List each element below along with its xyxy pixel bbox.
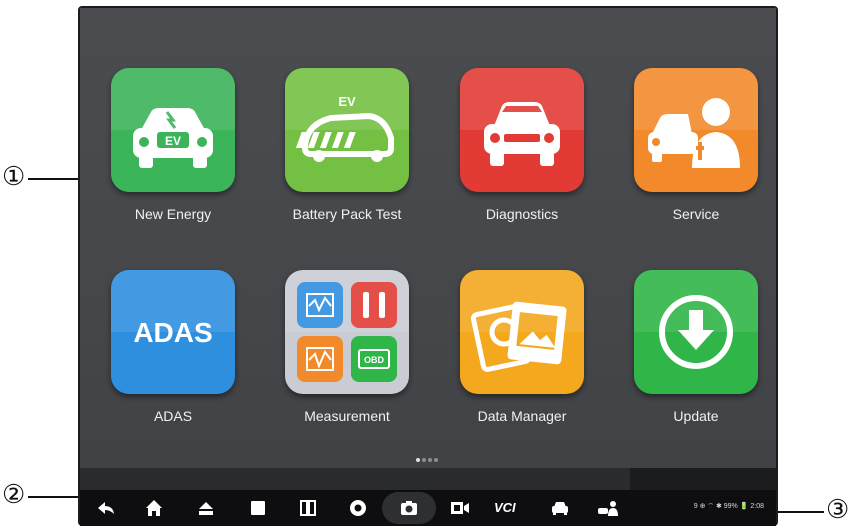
callout-3: ③ [826,495,850,525]
app-adas[interactable]: ADAS ADAS [103,270,243,424]
car-icon[interactable] [548,496,572,520]
app-label: Battery Pack Test [292,206,402,222]
page-dot[interactable] [428,458,432,462]
vci-icon[interactable]: VCI [494,500,516,515]
ev-text: EV [338,94,356,109]
app-label: Update [673,408,719,424]
recent-apps-icon[interactable] [246,496,270,520]
download-arrow-icon [659,295,733,369]
app-update[interactable]: Update [626,270,766,424]
diagnostics-tile[interactable] [460,68,584,192]
app-label: Measurement [304,408,390,424]
obd-text: OBD [364,355,385,365]
app-label: New Energy [134,206,212,222]
car-front-icon [484,102,560,166]
app-service[interactable]: Service [626,68,766,222]
camera-icon[interactable] [397,496,421,520]
callout-3-line [778,511,824,513]
ev-car-icon: EV [133,108,213,168]
callout-2: ② [2,480,26,510]
app-measurement[interactable]: OBD Measurement [277,270,417,424]
screen-record-icon[interactable] [448,496,472,520]
page-dot[interactable] [422,458,426,462]
home-screen: EV New Energy EV Battery Pack Test Diagn… [80,8,776,468]
status-bar: 9 ⊕ ⌔ ✱ 99% 🔋 2:08 [693,503,764,510]
back-icon[interactable] [94,496,118,520]
ev-badge-text: EV [165,134,181,148]
chrome-browser-icon[interactable] [346,496,370,520]
page-dot[interactable] [434,458,438,462]
adas-text-icon: ADAS [133,317,212,348]
home-icon[interactable] [142,496,166,520]
navigation-bar: VCI 9 ⊕ ⌔ ✱ 99% 🔋 2:08 [80,490,776,526]
app-label: Diagnostics [485,206,559,222]
page-indicator [80,456,776,466]
split-screen-icon[interactable] [296,496,320,520]
update-tile[interactable] [634,270,758,394]
battery-pack-icon: EV [295,94,394,162]
service-technician-icon [648,98,740,168]
measurement-tile[interactable]: OBD [285,270,409,394]
technician-icon[interactable] [596,496,620,520]
page-dot-active[interactable] [416,458,420,462]
callout-1-line [28,178,80,180]
adas-tile[interactable]: ADAS [111,270,235,394]
app-diagnostics[interactable]: Diagnostics [452,68,592,222]
eject-home-icon[interactable] [194,496,218,520]
new-energy-tile[interactable]: EV [111,68,235,192]
dock-strip [80,468,630,490]
measurement-grid-icon: OBD [297,282,397,382]
callout-1: ① [2,162,26,192]
app-data-manager[interactable]: Data Manager [452,270,592,424]
battery-pack-tile[interactable]: EV [285,68,409,192]
photos-icon [470,301,567,372]
app-label: ADAS [153,408,193,424]
app-new-energy[interactable]: EV New Energy [103,68,243,222]
service-tile[interactable] [634,68,758,192]
callout-2-line [28,496,80,498]
app-label: Service [672,206,720,222]
data-manager-tile[interactable] [460,270,584,394]
app-battery-pack-test[interactable]: EV Battery Pack Test [277,68,417,222]
adas-logo-text: ADAS [133,317,212,348]
app-label: Data Manager [477,408,567,424]
